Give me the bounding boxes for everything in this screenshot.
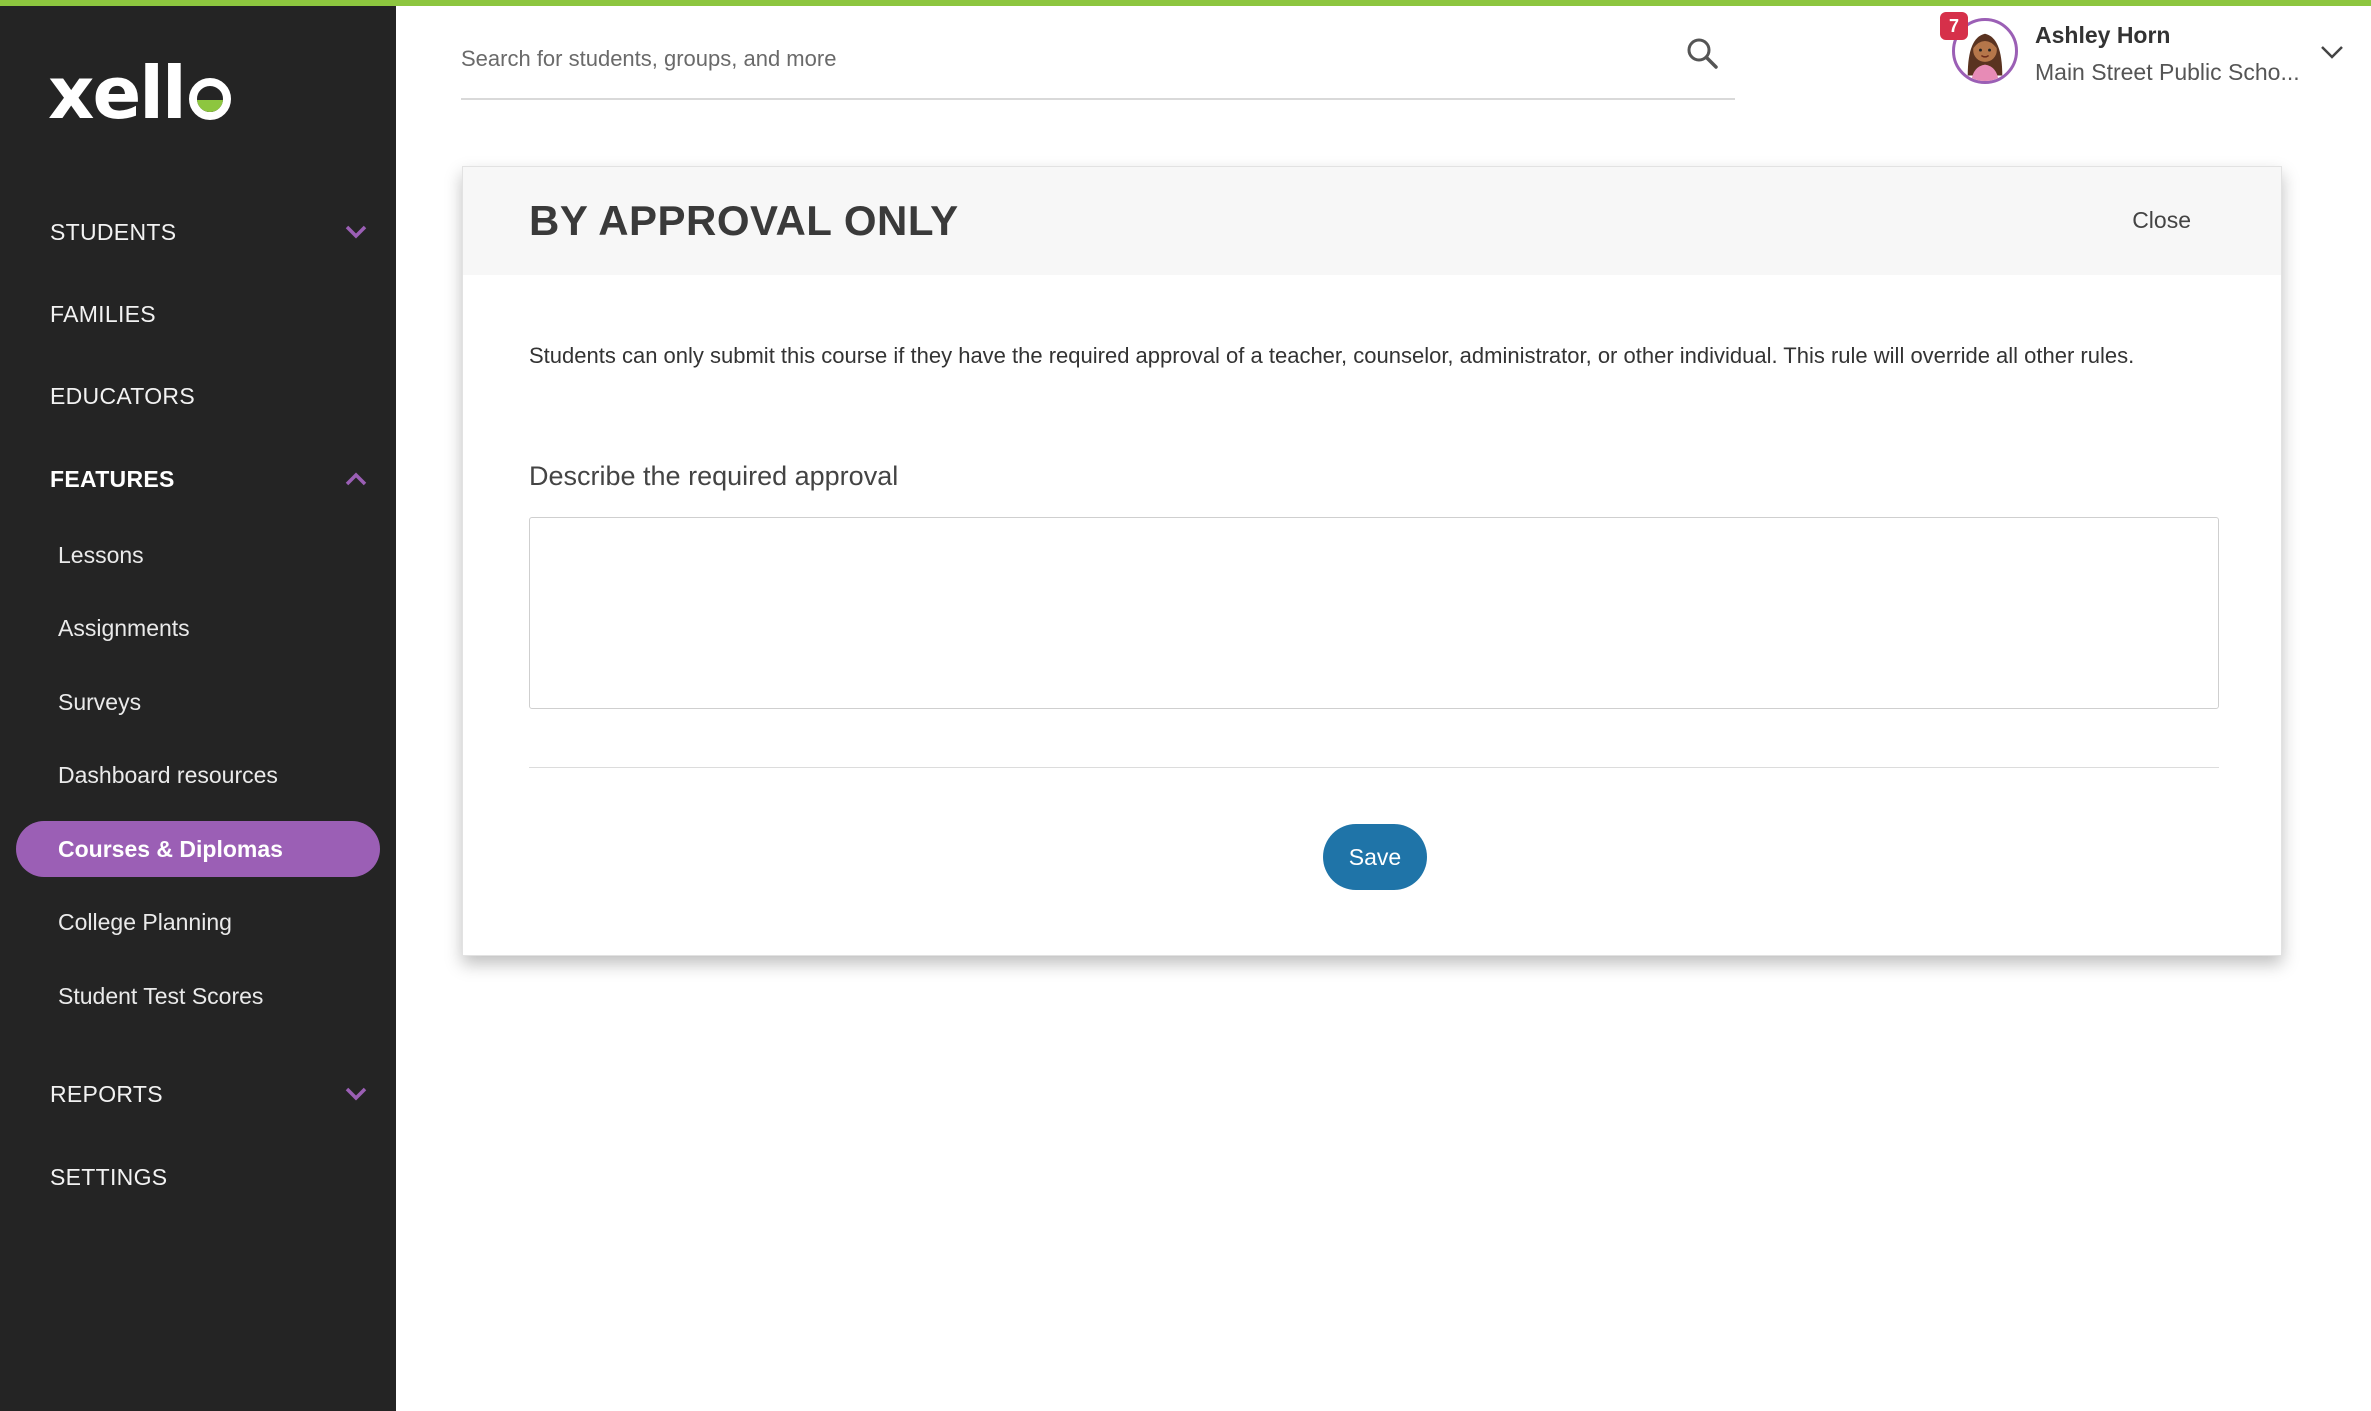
notification-badge[interactable]: 7 <box>1940 12 1968 40</box>
sidebar-subitem-label: College Planning <box>58 908 232 935</box>
close-button[interactable]: Close <box>2132 207 2191 234</box>
top-accent-bar <box>0 0 2371 6</box>
sidebar-item-label: STUDENTS <box>50 218 177 245</box>
sidebar-subitem-label: Student Test Scores <box>58 982 264 1009</box>
divider <box>529 767 2219 768</box>
approval-field-label: Describe the required approval <box>529 461 899 491</box>
sidebar-subitem-label: Dashboard resources <box>58 761 278 788</box>
sidebar-item-features[interactable]: FEATURES <box>50 459 370 499</box>
sidebar: xell STUDENTS FAMILIES EDUCATORS FEATURE… <box>0 0 396 1411</box>
sidebar-item-label: FEATURES <box>50 465 175 492</box>
sidebar-subitem-lessons[interactable]: Lessons <box>58 535 144 575</box>
sidebar-item-settings[interactable]: SETTINGS <box>50 1157 370 1197</box>
sidebar-item-label: SETTINGS <box>50 1163 168 1190</box>
approval-modal: BY APPROVAL ONLY Close Students can only… <box>462 166 2282 956</box>
chevron-down-icon[interactable] <box>342 218 370 246</box>
modal-title: BY APPROVAL ONLY <box>529 197 959 244</box>
user-name: Ashley Horn <box>2035 22 2171 48</box>
approval-description-field[interactable] <box>529 517 2219 709</box>
modal-header: BY APPROVAL ONLY Close <box>463 167 2281 275</box>
user-school: Main Street Public Scho... <box>2035 59 2300 85</box>
chevron-down-icon[interactable] <box>342 1080 370 1108</box>
sidebar-item-label: REPORTS <box>50 1080 163 1107</box>
modal-description: Students can only submit this course if … <box>529 343 2135 368</box>
sidebar-subitem-assignments[interactable]: Assignments <box>58 608 190 648</box>
sidebar-subitem-label: Courses & Diplomas <box>58 835 283 862</box>
sidebar-subitem-label: Lessons <box>58 541 144 568</box>
sidebar-subitem-label: Surveys <box>58 688 142 715</box>
save-button[interactable]: Save <box>1323 824 1427 890</box>
user-menu[interactable]: 7 Ashley Horn Main Street Public Scho... <box>1938 12 2358 92</box>
search-input[interactable] <box>461 38 1641 80</box>
global-search <box>461 20 1735 100</box>
sidebar-subitem-courses-diplomas[interactable]: Courses & Diplomas <box>16 821 380 877</box>
chevron-down-icon[interactable] <box>2316 36 2348 68</box>
sidebar-item-label: EDUCATORS <box>50 382 195 409</box>
sidebar-item-families[interactable]: FAMILIES <box>50 294 370 334</box>
search-icon[interactable] <box>1683 34 1723 74</box>
sidebar-item-educators[interactable]: EDUCATORS <box>50 376 370 416</box>
chevron-up-icon[interactable] <box>342 465 370 493</box>
sidebar-item-students[interactable]: STUDENTS <box>50 212 370 252</box>
sidebar-subitem-surveys[interactable]: Surveys <box>58 682 141 722</box>
sidebar-subitem-college-planning[interactable]: College Planning <box>58 902 232 942</box>
sidebar-subitem-dashboard-resources[interactable]: Dashboard resources <box>58 755 278 795</box>
sidebar-subitem-student-test-scores[interactable]: Student Test Scores <box>58 976 263 1016</box>
sidebar-subitem-label: Assignments <box>58 614 190 641</box>
sidebar-item-label: FAMILIES <box>50 300 156 327</box>
sidebar-item-reports[interactable]: REPORTS <box>50 1074 370 1114</box>
xello-logo[interactable]: xell <box>48 51 231 135</box>
